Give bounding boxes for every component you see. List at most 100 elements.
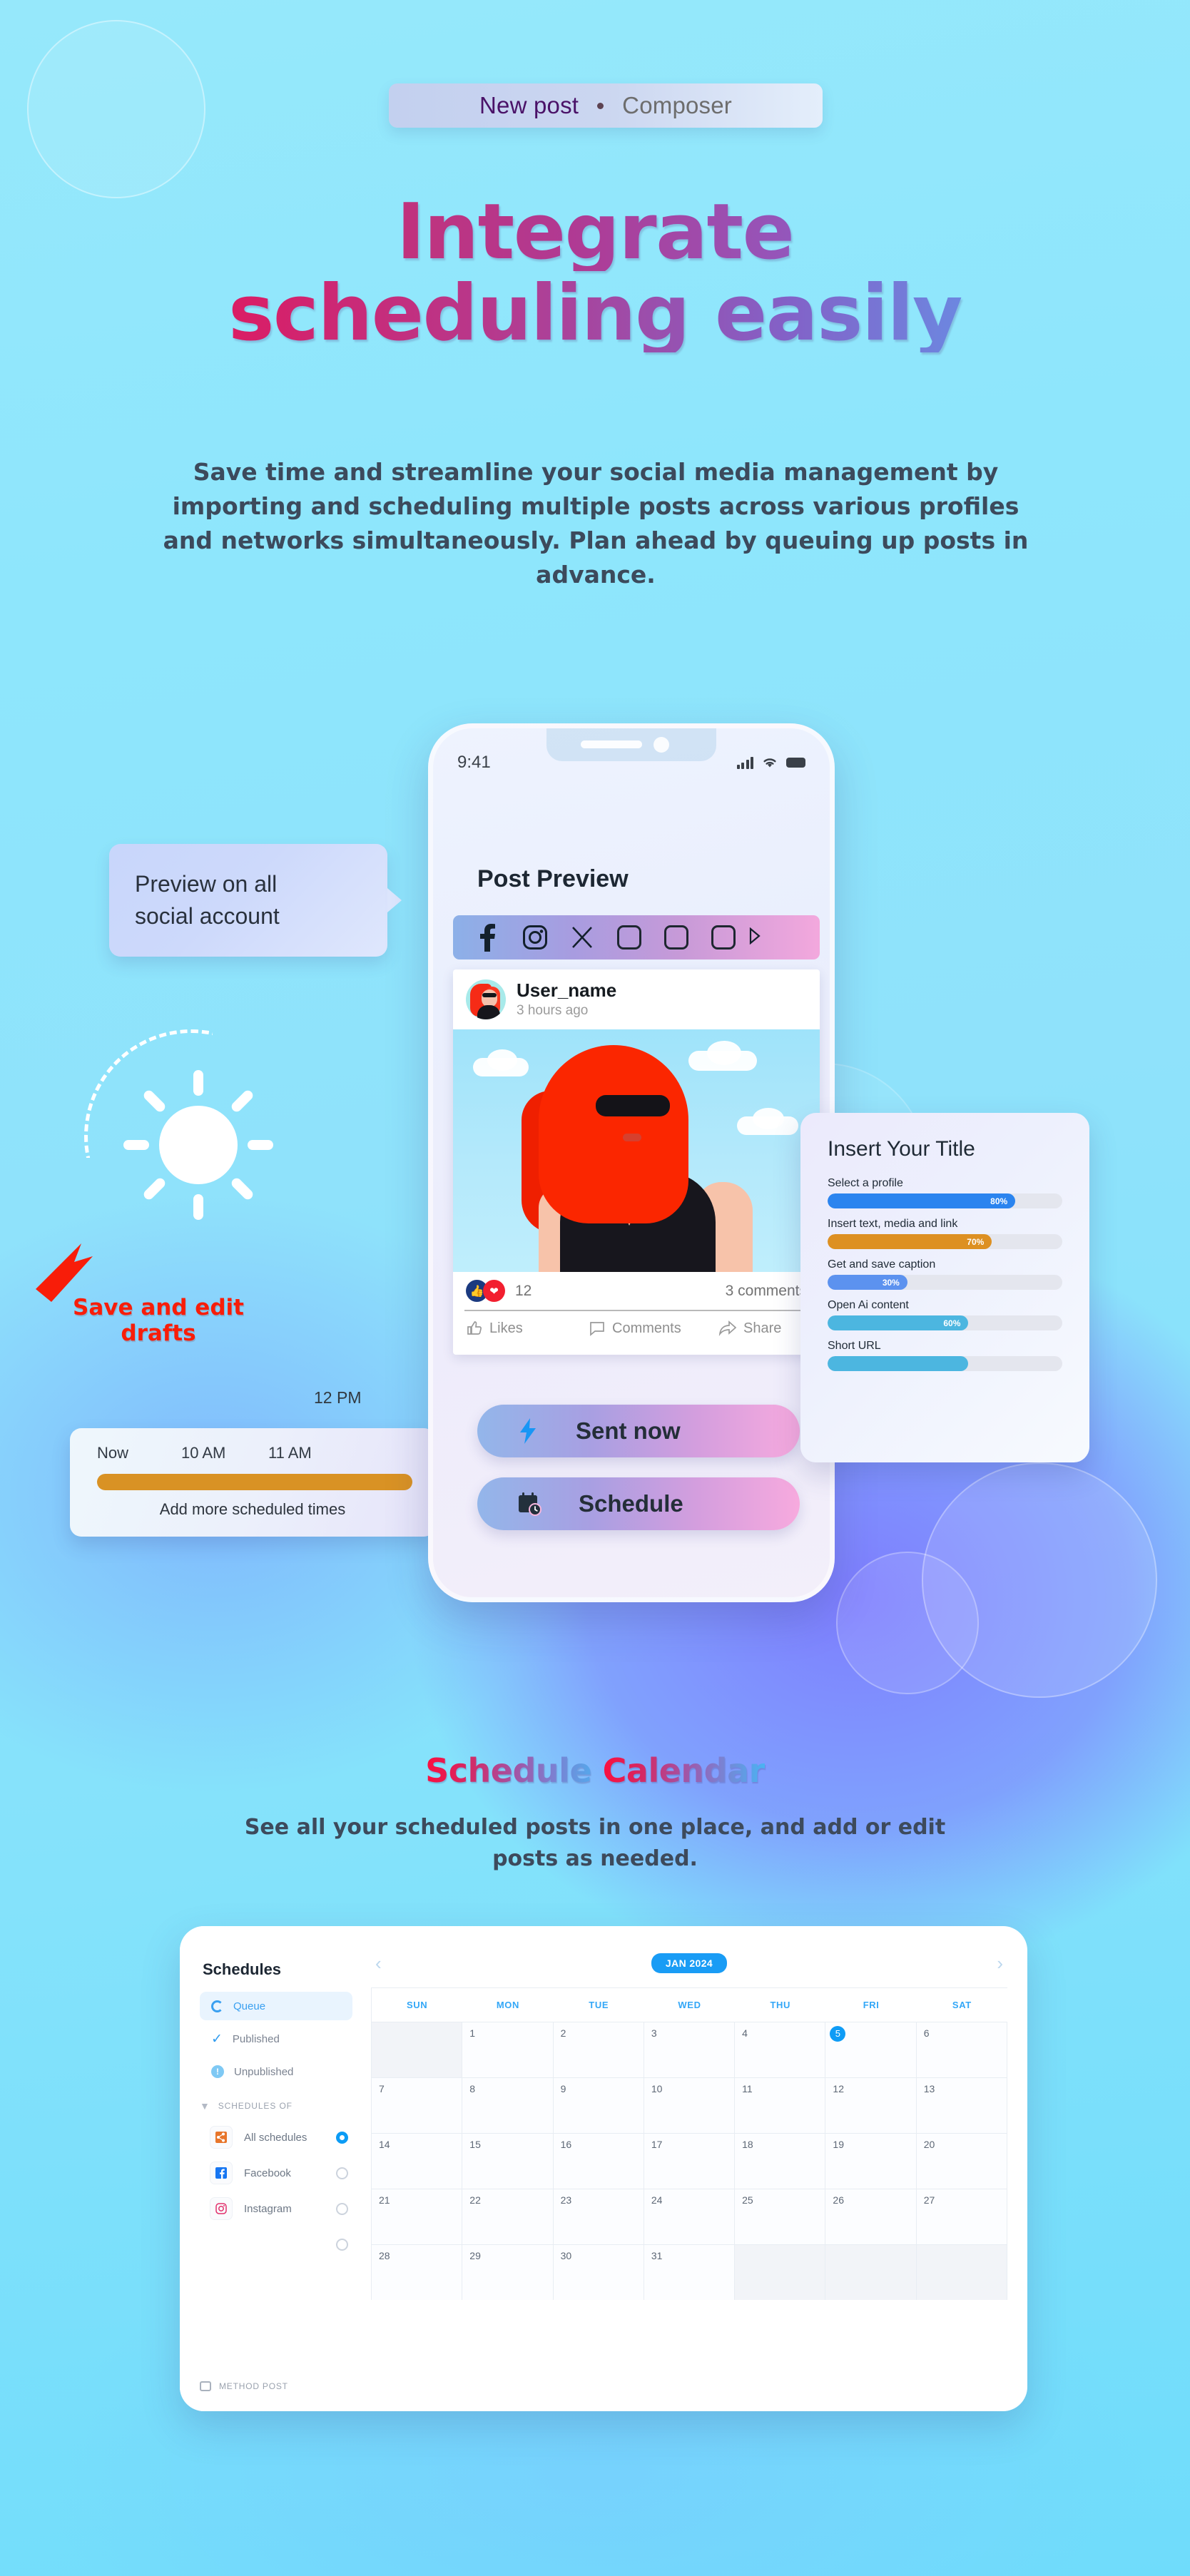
network-placeholder-2[interactable] (653, 925, 700, 950)
progress-row: Short URL (828, 1340, 1062, 1371)
calendar-cell-20[interactable]: 20 (916, 2133, 1007, 2189)
x-twitter-icon[interactable] (559, 926, 606, 949)
calendar-cell-15[interactable]: 15 (462, 2133, 554, 2189)
calendar-cell-31[interactable]: 31 (644, 2244, 736, 2300)
timeline-slot-10am[interactable]: 10 AM (181, 1444, 268, 1462)
account-filter-instagram[interactable]: Instagram (210, 2193, 348, 2224)
progress-label: Open Ai content (828, 1299, 909, 1311)
calendar-dow-wed: WED (678, 2000, 701, 2010)
next-month-button[interactable]: › (997, 1954, 1003, 1972)
timeline-slot-now[interactable]: Now (97, 1444, 181, 1462)
account-filter-all[interactable]: All schedules (210, 2122, 348, 2153)
calendar-cell-24[interactable]: 24 (644, 2189, 736, 2244)
calendar-cell-12[interactable]: 12 (825, 2077, 917, 2133)
copy-icon (200, 2381, 211, 2391)
sent-now-button[interactable]: Sent now (477, 1405, 800, 1457)
exclamation-icon: ! (211, 2065, 224, 2078)
calendar-cell-22[interactable]: 22 (462, 2189, 554, 2244)
hero-subtitle: Save time and streamline your social med… (163, 458, 1029, 589)
calendar-cell-23[interactable]: 23 (553, 2189, 644, 2244)
calendar-day-headers: SUN MON TUE WED THU FRI SAT (372, 1987, 1007, 2022)
calendar-dow-fri: FRI (863, 2000, 880, 2010)
status-time: 9:41 (457, 753, 491, 772)
calendar-cell-21[interactable]: 21 (372, 2189, 463, 2244)
calendar-days: 1 2 3 4 5 6 7 8 9 10 11 12 13 14 15 16 17 18 19 20 21 22 23 24 2… (372, 2022, 1007, 2300)
calendar-cell-30[interactable]: 30 (553, 2244, 644, 2300)
breadcrumb-badge[interactable]: New post Composer (389, 83, 823, 128)
calendar-cell-29[interactable]: 29 (462, 2244, 554, 2300)
calendar-cell-28[interactable]: 28 (372, 2244, 463, 2300)
radio-blank[interactable] (336, 2238, 348, 2251)
account-filter-facebook[interactable]: Facebook (210, 2157, 348, 2189)
calendar-cell-26[interactable]: 26 (825, 2189, 917, 2244)
share-icon (210, 2126, 233, 2149)
schedule-label: Schedule (579, 1490, 683, 1517)
network-selector-bar[interactable] (453, 915, 820, 959)
callout-tail-icon (387, 888, 402, 912)
comments-count[interactable]: 3 comments (726, 1283, 807, 1300)
speaker-icon (581, 740, 642, 748)
calendar-cell-3[interactable]: 3 (644, 2022, 736, 2077)
progress-row: Insert text, media and link 70% (828, 1218, 1062, 1249)
progress-fill: 60% (828, 1315, 969, 1330)
progress-track[interactable] (828, 1356, 1062, 1371)
month-badge[interactable]: JAN 2024 (651, 1953, 728, 1973)
calendar-cell-empty (825, 2244, 917, 2300)
progress-fill: 80% (828, 1193, 1016, 1208)
comment-action[interactable]: Comments (589, 1320, 718, 1337)
calendar-cell-18[interactable]: 18 (735, 2133, 826, 2189)
calendar-cell-7[interactable]: 7 (372, 2077, 463, 2133)
radio-all-schedules[interactable] (336, 2131, 348, 2144)
post-author-block: User_name 3 hours ago (517, 979, 616, 1019)
instagram-icon[interactable] (512, 925, 559, 950)
facebook-icon[interactable] (464, 923, 512, 952)
post-preview-card: User_name 3 hours ago 👍 ❤ 12 3 comments … (453, 969, 820, 1355)
network-placeholder-1[interactable] (606, 925, 653, 950)
progress-track[interactable]: 30% (828, 1275, 1062, 1290)
radio-instagram[interactable] (336, 2202, 348, 2215)
like-action[interactable]: Likes (466, 1320, 589, 1337)
sidebar-item-published[interactable]: ✓ Published (200, 2025, 352, 2053)
calendar-cell-25[interactable]: 25 (735, 2189, 826, 2244)
timeline-end-time: 12 PM (314, 1388, 362, 1407)
sun-decoration (84, 1029, 305, 1252)
post-reactions-row: 👍 ❤ 12 3 comments (453, 1272, 820, 1310)
timeline-slot-11am[interactable]: 11 AM (268, 1444, 312, 1462)
prev-month-button[interactable]: ‹ (375, 1954, 382, 1972)
progress-track[interactable]: 70% (828, 1234, 1062, 1249)
calendar-cell-10[interactable]: 10 (644, 2077, 736, 2133)
schedule-button[interactable]: Schedule (477, 1477, 800, 1530)
calendar-cell-2[interactable]: 2 (553, 2022, 644, 2077)
section-title-part2: Calendar (602, 1751, 766, 1790)
add-scheduled-times-link[interactable]: Add more scheduled times (97, 1500, 408, 1519)
progress-track[interactable]: 60% (828, 1315, 1062, 1330)
network-next-icon[interactable] (748, 927, 761, 948)
sidebar-item-unpublished[interactable]: ! Unpublished (200, 2057, 352, 2086)
heart-icon: ❤ (483, 1280, 505, 1302)
sun-ray-icon (229, 1088, 255, 1114)
calendar-cell-11[interactable]: 11 (735, 2077, 826, 2133)
timeline-progress-bar[interactable] (97, 1474, 412, 1490)
sidebar-item-queue[interactable]: Queue (200, 1992, 352, 2020)
calendar-cell-16[interactable]: 16 (553, 2133, 644, 2189)
calendar-cell-5[interactable]: 5 (825, 2022, 917, 2077)
calendar-cell-27[interactable]: 27 (916, 2189, 1007, 2244)
share-action[interactable]: Share (718, 1320, 781, 1337)
radio-facebook[interactable] (336, 2167, 348, 2179)
account-filter-blank[interactable] (210, 2229, 348, 2260)
network-placeholder-3[interactable] (700, 925, 747, 950)
calendar-cell-14[interactable]: 14 (372, 2133, 463, 2189)
signal-icon (736, 756, 753, 769)
calendar-cell-17[interactable]: 17 (644, 2133, 736, 2189)
calendar-cell-8[interactable]: 8 (462, 2077, 554, 2133)
calendar-cell-19[interactable]: 19 (825, 2133, 917, 2189)
calendar-cell-1[interactable]: 1 (462, 2022, 554, 2077)
progress-track[interactable]: 80% (828, 1193, 1062, 1208)
calendar-cell-4[interactable]: 4 (735, 2022, 826, 2077)
breadcrumb-dot-icon (597, 102, 604, 109)
method-post-footer[interactable]: METHOD POST (200, 2381, 288, 2391)
progress-label: Get and save caption (828, 1258, 936, 1271)
calendar-cell-6[interactable]: 6 (916, 2022, 1007, 2077)
calendar-cell-13[interactable]: 13 (916, 2077, 1007, 2133)
calendar-cell-9[interactable]: 9 (553, 2077, 644, 2133)
